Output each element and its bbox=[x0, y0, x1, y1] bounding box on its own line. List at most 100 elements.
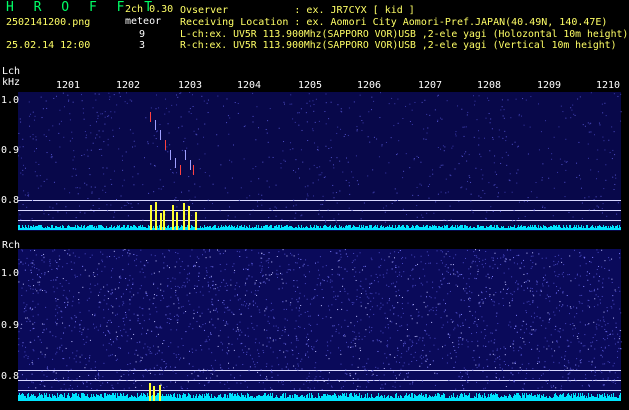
rch-noise-bar bbox=[195, 396, 196, 401]
lch-noise-bar bbox=[103, 227, 104, 230]
rch-noise-bar bbox=[292, 395, 293, 401]
rch-noise-bar bbox=[180, 395, 181, 401]
lch-noise-dot bbox=[204, 172, 206, 174]
rch-noise-dot bbox=[558, 304, 560, 306]
lch-noise-dot bbox=[132, 146, 134, 148]
lch-noise-bar bbox=[71, 227, 72, 230]
rch-noise-bar bbox=[593, 396, 594, 401]
rch-noise-dot bbox=[250, 315, 252, 317]
rch-noise-dot bbox=[26, 257, 28, 259]
rch-noise-dot bbox=[234, 295, 236, 297]
rch-noise-dot bbox=[184, 286, 186, 288]
rch-noise-dot bbox=[468, 327, 470, 329]
lch-noise-dot bbox=[249, 195, 251, 197]
lch-noise-bar bbox=[75, 225, 76, 230]
lch-noise-dot bbox=[298, 168, 300, 170]
lch-noise-dot bbox=[72, 168, 74, 170]
lch-noise-dot bbox=[18, 155, 20, 157]
lch-noise-dot bbox=[494, 155, 496, 157]
rch-noise-dot bbox=[80, 274, 82, 276]
rch-noise-dot bbox=[530, 267, 532, 269]
rch-noise-bar bbox=[69, 396, 70, 401]
rch-noise-dot bbox=[65, 306, 67, 308]
rch-noise-bar bbox=[531, 393, 532, 401]
lch-noise-bar bbox=[453, 227, 454, 230]
lch-noise-dot bbox=[332, 184, 334, 186]
lch-noise-dot bbox=[199, 186, 201, 188]
rch-noise-bar bbox=[609, 395, 610, 401]
lch-noise-dot bbox=[347, 161, 349, 163]
rch-noise-dot bbox=[589, 273, 591, 275]
lch-noise-dot bbox=[421, 101, 423, 103]
rch-noise-dot bbox=[320, 282, 322, 284]
lch-noise-dot bbox=[359, 94, 361, 96]
lch-noise-bar bbox=[261, 226, 262, 230]
lch-noise-dot bbox=[24, 194, 26, 196]
rch-noise-dot bbox=[401, 308, 403, 310]
rch-noise-bar bbox=[101, 394, 102, 401]
rch-noise-dot bbox=[168, 267, 170, 269]
lch-noise-dot bbox=[33, 150, 35, 152]
rch-noise-dot bbox=[30, 250, 32, 252]
rch-noise-dot bbox=[213, 288, 215, 290]
rch-noise-dot bbox=[581, 294, 583, 296]
lch-noise-bar bbox=[611, 227, 612, 230]
rch-noise-dot bbox=[237, 338, 239, 340]
rch-noise-bar bbox=[331, 396, 332, 401]
rch-noise-bar bbox=[448, 398, 449, 401]
rch-noise-dot bbox=[239, 255, 241, 257]
rch-noise-dot bbox=[101, 270, 103, 272]
rch-noise-dot bbox=[520, 267, 522, 269]
lch-noise-bar bbox=[568, 228, 569, 230]
rch-noise-bar bbox=[328, 395, 329, 401]
rch-noise-dot bbox=[527, 287, 529, 289]
rch-noise-bar bbox=[86, 396, 87, 401]
lch-noise-dot bbox=[255, 166, 257, 168]
rch-noise-dot bbox=[345, 253, 347, 255]
rch-noise-dot bbox=[177, 299, 179, 301]
rch-noise-dot bbox=[98, 306, 100, 308]
lch-noise-bar bbox=[430, 226, 431, 230]
rch-noise-dot bbox=[279, 337, 281, 339]
rch-noise-dot bbox=[29, 285, 31, 287]
rch-noise-dot bbox=[604, 328, 606, 330]
rch-noise-dot bbox=[96, 388, 98, 390]
rch-noise-bar bbox=[19, 393, 20, 401]
rch-noise-dot bbox=[536, 315, 538, 317]
rch-noise-bar bbox=[256, 396, 257, 401]
rch-noise-bar bbox=[275, 397, 276, 401]
lch-noise-dot bbox=[538, 103, 540, 105]
rch-noise-dot bbox=[260, 271, 262, 273]
rch-noise-dot bbox=[360, 280, 362, 282]
lch-noise-bar bbox=[380, 226, 381, 230]
rch-noise-dot bbox=[55, 353, 57, 355]
lch-noise-bar bbox=[31, 226, 32, 230]
rch-noise-dot bbox=[444, 265, 446, 267]
rch-noise-bar bbox=[422, 396, 423, 401]
rch-noise-bar bbox=[533, 396, 534, 401]
rch-noise-dot bbox=[526, 373, 528, 375]
rch-noise-dot bbox=[147, 346, 149, 348]
lch-noise-dot bbox=[501, 106, 503, 108]
lch-noise-dot bbox=[107, 210, 109, 212]
lch-noise-dot bbox=[488, 113, 490, 115]
lch-noise-dot bbox=[196, 118, 198, 120]
rch-noise-bar bbox=[285, 393, 286, 401]
lch-noise-bar bbox=[131, 226, 132, 230]
rch-noise-bar bbox=[425, 394, 426, 401]
rch-noise-dot bbox=[394, 381, 396, 383]
lch-noise-dot bbox=[604, 102, 606, 104]
rch-noise-dot bbox=[369, 283, 371, 285]
lch-noise-dot bbox=[566, 161, 568, 163]
rch-noise-dot bbox=[316, 323, 318, 325]
rch-noise-dot bbox=[420, 295, 422, 297]
rch-noise-bar bbox=[295, 394, 296, 401]
rch-noise-dot bbox=[609, 371, 611, 373]
lch-noise-dot bbox=[89, 124, 91, 126]
rch-noise-bar bbox=[163, 396, 164, 401]
rch-noise-dot bbox=[277, 327, 279, 329]
rch-noise-bar bbox=[27, 394, 28, 401]
lch-noise-dot bbox=[137, 173, 139, 175]
rch-noise-dot bbox=[352, 330, 354, 332]
rch-noise-bar bbox=[392, 397, 393, 401]
